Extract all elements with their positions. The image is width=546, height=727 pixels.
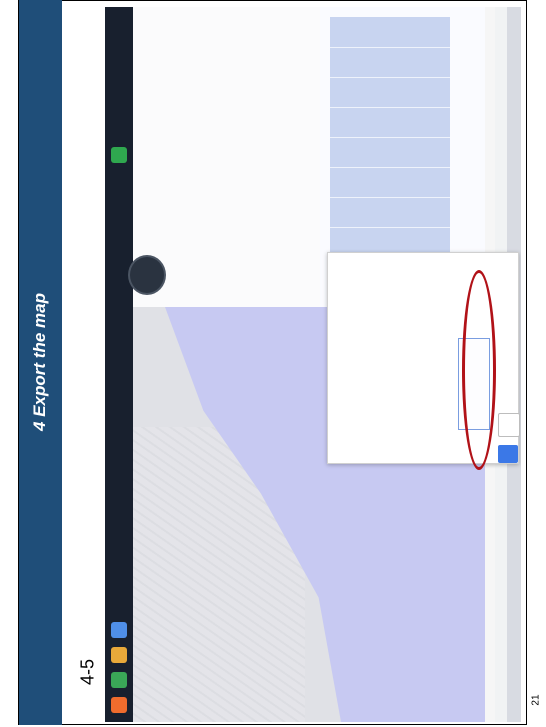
notification-icon[interactable] bbox=[111, 147, 127, 163]
firefox-icon[interactable] bbox=[111, 647, 127, 663]
file-explorer-icon[interactable] bbox=[111, 622, 127, 638]
list-item[interactable] bbox=[330, 97, 450, 108]
list-item[interactable] bbox=[330, 67, 450, 78]
list-item[interactable] bbox=[330, 37, 450, 48]
step-label: 4-5 bbox=[77, 658, 98, 686]
list-item[interactable] bbox=[330, 127, 450, 138]
slide-title: 4 Export the map bbox=[30, 293, 49, 431]
highlight-ellipse bbox=[462, 270, 496, 470]
task-list bbox=[330, 17, 450, 277]
windows-taskbar bbox=[105, 7, 133, 722]
chrome-icon[interactable] bbox=[111, 672, 127, 688]
avatar[interactable] bbox=[130, 257, 164, 293]
list-item[interactable] bbox=[330, 157, 450, 168]
start-icon[interactable] bbox=[111, 697, 127, 713]
list-item[interactable] bbox=[330, 187, 450, 198]
list-item[interactable] bbox=[330, 217, 450, 228]
slide-page: 4 Export the map 4-5 21 bbox=[0, 0, 546, 727]
run-button[interactable] bbox=[498, 445, 518, 463]
earth-engine-screenshot bbox=[105, 7, 521, 722]
page-number: 21 bbox=[530, 694, 542, 706]
cancel-button[interactable] bbox=[498, 413, 520, 437]
